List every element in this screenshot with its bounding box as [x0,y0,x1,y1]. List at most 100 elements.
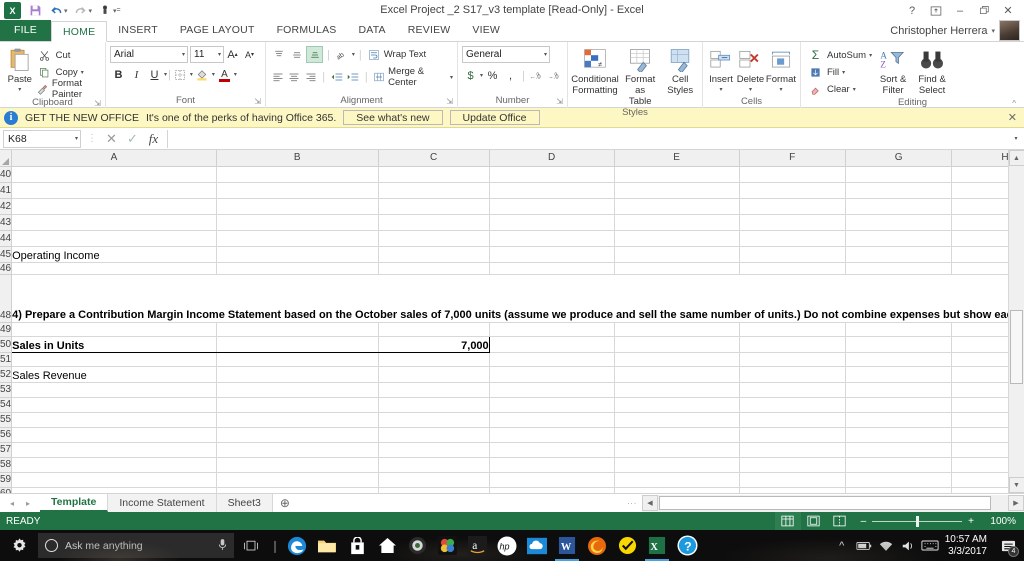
fill-color-icon[interactable] [194,66,211,83]
row-header-60[interactable]: 60 [0,487,12,493]
paste-caret[interactable]: ▾ [18,85,21,96]
decrease-decimal-icon[interactable]: →.00 [546,67,563,84]
cell[interactable] [614,182,739,198]
cell[interactable] [489,412,614,427]
account-caret[interactable]: ▾ [991,27,995,35]
row-header-49[interactable]: 49 [0,322,12,336]
show-hidden-icons-icon[interactable]: ^ [831,530,853,561]
taskbar-app-home[interactable] [372,530,402,561]
cell[interactable] [845,382,951,397]
cell[interactable] [614,262,739,274]
cell[interactable] [216,230,378,246]
cell[interactable] [12,397,217,412]
cell[interactable] [12,487,217,493]
cell[interactable] [845,198,951,214]
row-header-52[interactable]: 52 [0,366,12,382]
next-sheet-icon[interactable]: ▸ [26,499,30,508]
save-icon[interactable] [25,1,45,20]
update-office-button[interactable]: Update Office [450,110,540,125]
orientation-icon[interactable]: ab [334,46,351,63]
cell[interactable] [739,262,845,274]
redo-dropdown-caret[interactable]: ▾ [89,7,93,15]
cell[interactable] [216,457,378,472]
cell[interactable] [489,397,614,412]
tab-data[interactable]: DATA [348,20,397,41]
wrap-text-label[interactable]: Wrap Text [384,49,426,60]
cell[interactable] [614,397,739,412]
shrink-font-icon[interactable]: A▾ [241,46,258,63]
cell[interactable] [489,214,614,230]
row-header-55[interactable]: 55 [0,412,12,427]
account-area[interactable]: Christopher Herrera ▾ [890,20,1024,41]
see-whats-new-button[interactable]: See what's new [343,110,442,125]
cell[interactable] [614,198,739,214]
taskbar-app-norton-security[interactable] [612,530,642,561]
row-header-58[interactable]: 58 [0,457,12,472]
cell[interactable] [845,397,951,412]
cell[interactable] [12,382,217,397]
excel-app-icon[interactable]: X [4,2,21,19]
taskbar-app-excel[interactable]: X [642,530,672,561]
cell[interactable] [739,230,845,246]
cell[interactable] [952,412,1008,427]
cell[interactable] [952,198,1008,214]
bold-button[interactable]: B [110,66,127,83]
cell[interactable] [845,352,951,366]
help-icon[interactable]: ? [900,1,924,20]
cell[interactable] [378,182,489,198]
font-color-icon[interactable]: A [216,66,233,83]
cell[interactable] [12,457,217,472]
find-select-button[interactable]: Find & Select [914,45,950,96]
cell[interactable] [12,214,217,230]
cell[interactable] [614,352,739,366]
cell[interactable] [378,382,489,397]
cell[interactable] [845,214,951,230]
delete-cells-button[interactable]: Delete ▾ [736,45,765,96]
cell[interactable] [378,322,489,336]
minimize-button[interactable]: – [948,1,972,20]
cell[interactable] [614,230,739,246]
cell[interactable] [489,262,614,274]
cell[interactable] [489,382,614,397]
cell[interactable] [845,246,951,262]
cell[interactable] [845,442,951,457]
cell[interactable] [12,166,217,182]
cell[interactable] [952,397,1008,412]
cell[interactable] [216,397,378,412]
fill-caret[interactable]: ▾ [842,69,845,76]
cell[interactable] [739,427,845,442]
cell[interactable] [614,214,739,230]
insert-function-icon[interactable]: fx [143,129,164,149]
cell[interactable] [378,214,489,230]
cell[interactable] [378,198,489,214]
align-right-icon[interactable] [303,69,318,86]
formula-input[interactable] [167,130,1008,148]
avatar[interactable] [999,20,1020,41]
new-sheet-button[interactable]: ⊕ [273,494,297,512]
row-header-44[interactable]: 44 [0,230,12,246]
confirm-entry-icon[interactable]: ✓ [122,129,143,149]
cut-button[interactable]: Cut [36,47,101,63]
cell[interactable] [845,262,951,274]
font-dialog-launcher-icon[interactable]: ⇲ [254,96,261,108]
tab-file[interactable]: FILE [0,20,51,41]
cell[interactable] [952,182,1008,198]
font-name-input[interactable]: Arial ▾ [110,46,188,63]
battery-icon[interactable] [853,530,875,561]
copy-caret[interactable]: ▾ [81,69,84,76]
taskbar-app-microsoft-store[interactable] [342,530,372,561]
column-header-D[interactable]: D [489,150,614,166]
cell[interactable] [614,457,739,472]
row-header-50[interactable]: 50 [0,336,12,352]
cell[interactable] [739,166,845,182]
row-header-59[interactable]: 59 [0,472,12,487]
accounting-format-icon[interactable]: $ [462,67,479,84]
insert-cells-button[interactable]: Insert ▾ [707,45,735,96]
scroll-up-icon[interactable]: ▲ [1009,150,1024,166]
cell[interactable] [216,198,378,214]
cell[interactable] [489,182,614,198]
comma-format-icon[interactable]: , [502,67,519,84]
cell[interactable] [739,397,845,412]
cell[interactable] [952,382,1008,397]
cell[interactable] [845,366,951,382]
